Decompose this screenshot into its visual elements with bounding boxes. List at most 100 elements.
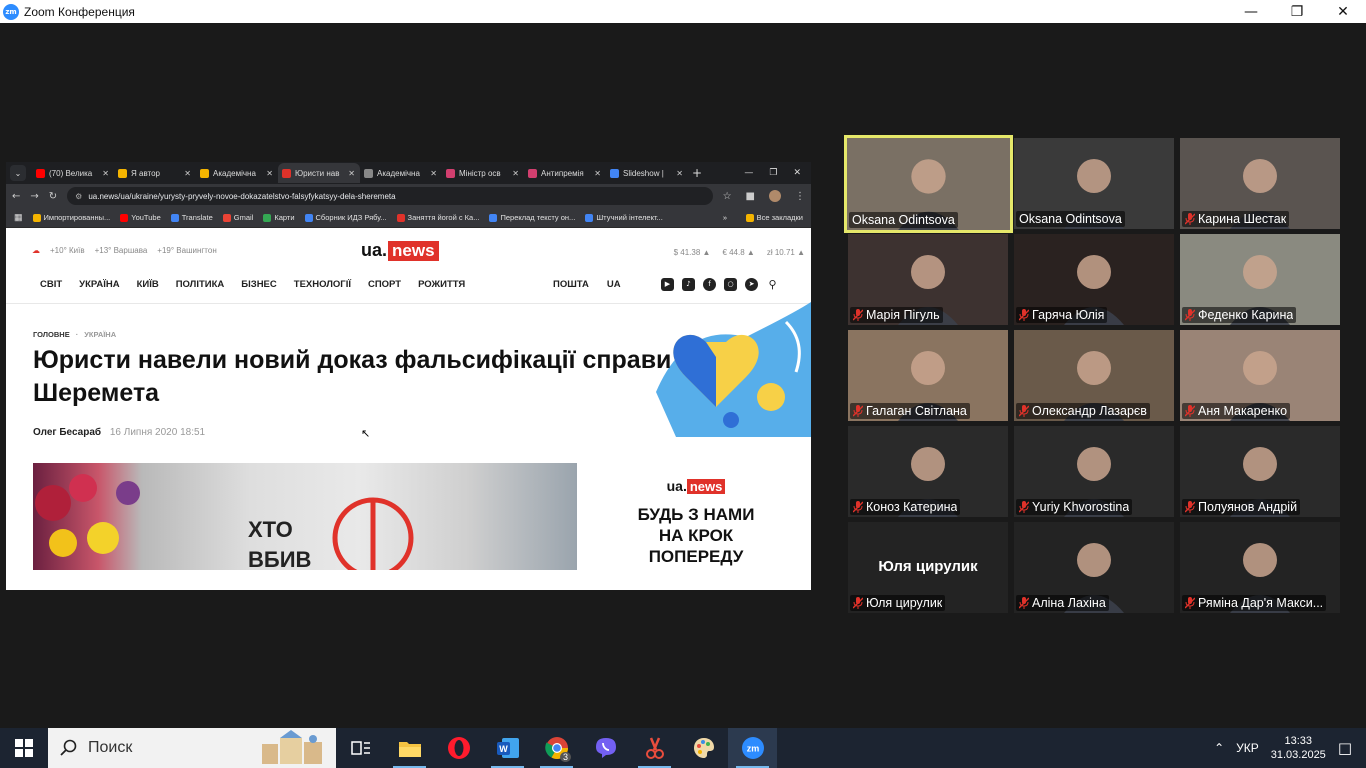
participant-tile[interactable]: Галаган Світлана: [848, 330, 1008, 421]
browser-close-icon[interactable]: ✕: [793, 168, 801, 178]
browser-minimize-icon[interactable]: —: [744, 168, 753, 178]
nav-item[interactable]: ПОЛІТИКА: [176, 279, 225, 290]
nav-item[interactable]: ТЕХНОЛОГІЇ: [294, 279, 351, 290]
participant-tile[interactable]: Феденко Карина: [1180, 234, 1340, 325]
site-logo[interactable]: ua. news: [361, 240, 439, 261]
extensions-icon[interactable]: ■: [746, 191, 755, 202]
word-button[interactable]: W: [483, 728, 532, 768]
viber-button[interactable]: [581, 728, 630, 768]
forward-icon[interactable]: →: [30, 191, 38, 202]
start-button[interactable]: [0, 728, 48, 768]
bookmark-item[interactable]: Сборник ИДЗ Рябу...: [304, 213, 387, 222]
browser-tab[interactable]: Міністр осв ✕: [442, 163, 524, 183]
participant-tile[interactable]: Карина Шестак: [1180, 138, 1340, 229]
bookmark-item[interactable]: Карти: [263, 213, 295, 222]
opera-button[interactable]: [434, 728, 483, 768]
muted-microphone-icon: [1185, 309, 1195, 321]
breadcrumb-home[interactable]: ГОЛОВНЕ: [33, 330, 70, 339]
bookmark-item[interactable]: Gmail: [222, 213, 253, 222]
tab-close-icon[interactable]: ✕: [676, 169, 683, 178]
participant-tile[interactable]: Олександр Лазарєв: [1014, 330, 1174, 421]
nav-item[interactable]: СПОРТ: [368, 279, 401, 290]
nav-item[interactable]: РОЖИТТЯ: [418, 279, 465, 290]
breadcrumb: ГОЛОВНЕ · УКРАЇНА: [33, 330, 117, 339]
bookmark-item[interactable]: Импортированны...: [32, 213, 110, 222]
search-icon[interactable]: ⚲: [766, 278, 779, 291]
participant-tile[interactable]: Аня Макаренко: [1180, 330, 1340, 421]
tab-search-icon[interactable]: ⌄: [10, 165, 26, 181]
tab-close-icon[interactable]: ✕: [102, 169, 109, 178]
nav-item[interactable]: УКРАЇНА: [79, 279, 119, 290]
zoom-button[interactable]: zm: [728, 728, 777, 768]
browser-tab[interactable]: Антипремія ✕: [524, 163, 606, 183]
profile-avatar[interactable]: [769, 190, 781, 202]
bookmark-item[interactable]: Заняття йогой с Ка...: [396, 213, 479, 222]
muted-microphone-icon: [1019, 309, 1029, 321]
task-view-button[interactable]: [336, 728, 385, 768]
apps-grid-icon[interactable]: ▦: [14, 212, 23, 223]
close-button[interactable]: ✕: [1320, 0, 1366, 23]
participant-tile[interactable]: Ряміна Дар'я Макси...: [1180, 522, 1340, 613]
tab-close-icon[interactable]: ✕: [184, 169, 191, 178]
participant-tile[interactable]: Юля цирулик Юля цирулик: [848, 522, 1008, 613]
show-hidden-icons-icon[interactable]: ⌃: [1214, 741, 1224, 755]
back-icon[interactable]: ←: [12, 191, 20, 202]
nav-item[interactable]: СВІТ: [40, 279, 62, 290]
participant-tile[interactable]: Коноз Катерина: [848, 426, 1008, 517]
notifications-icon[interactable]: □: [1338, 739, 1352, 757]
ad-banner[interactable]: ua. news БУДЬ З НАМИ НА КРОК ПОПЕРЕДУ: [626, 478, 766, 567]
bookmark-item[interactable]: Translate: [170, 213, 213, 222]
browser-tab[interactable]: (70) Велика ✕: [32, 163, 114, 183]
reload-icon[interactable]: ↻: [49, 191, 57, 202]
browser-tab[interactable]: Академічна ✕: [196, 163, 278, 183]
browser-tab[interactable]: Академічна ✕: [360, 163, 442, 183]
site-info-icon[interactable]: ⚙: [75, 192, 82, 201]
shared-screen[interactable]: ⌄ (70) Велика ✕ Я автор ✕ Академічна ✕ Юристи …: [6, 162, 811, 590]
participant-tile[interactable]: Oksana Odintsova: [844, 135, 1013, 233]
article-author[interactable]: Олег Бесараб: [33, 427, 101, 438]
tab-close-icon[interactable]: ✕: [512, 169, 519, 178]
facebook-icon[interactable]: f: [703, 278, 716, 291]
nav-mail[interactable]: ПОШТА: [553, 279, 589, 290]
youtube-icon[interactable]: ▶: [661, 278, 674, 291]
browser-tab[interactable]: Я автор ✕: [114, 163, 196, 183]
nav-language[interactable]: UA: [607, 279, 621, 290]
clock[interactable]: 13:33 31.03.2025: [1271, 734, 1326, 762]
all-bookmarks-button[interactable]: Все закладки: [745, 213, 803, 222]
taskbar-search[interactable]: Поиск: [48, 728, 336, 768]
tiktok-icon[interactable]: ♪: [682, 278, 695, 291]
participant-tile[interactable]: Марія Пігуль: [848, 234, 1008, 325]
participant-tile[interactable]: Oksana Odintsova: [1014, 138, 1174, 229]
minimize-button[interactable]: —: [1228, 0, 1274, 23]
browser-tab[interactable]: Юристи нав ✕: [278, 163, 360, 183]
browser-menu-icon[interactable]: ⋮: [795, 191, 805, 202]
browser-restore-icon[interactable]: ❐: [769, 168, 777, 178]
bookmark-item[interactable]: YouTube: [120, 213, 161, 222]
restore-button[interactable]: ❐: [1274, 0, 1320, 23]
browser-tab[interactable]: Slideshow | ✕: [606, 163, 688, 183]
bookmark-item[interactable]: Переклад тексту он...: [489, 213, 575, 222]
address-bar[interactable]: ⚙ ua.news/ua/ukraine/yurysty-pryvely-nov…: [67, 187, 713, 205]
participant-tile[interactable]: Полуянов Андрій: [1180, 426, 1340, 517]
new-tab-button[interactable]: +: [692, 166, 702, 180]
telegram-icon[interactable]: ➤: [745, 278, 758, 291]
bookmark-item[interactable]: Штучний інтелект...: [585, 213, 663, 222]
participant-tile[interactable]: Yuriy Khvorostina: [1014, 426, 1174, 517]
snipping-tool-button[interactable]: [630, 728, 679, 768]
participant-tile[interactable]: Аліна Лахіна: [1014, 522, 1174, 613]
file-explorer-button[interactable]: [385, 728, 434, 768]
participant-tile[interactable]: Гаряча Юлія: [1014, 234, 1174, 325]
input-language[interactable]: УКР: [1236, 741, 1259, 755]
instagram-icon[interactable]: ○: [724, 278, 737, 291]
paint-button[interactable]: [679, 728, 728, 768]
nav-item[interactable]: КИЇВ: [137, 279, 159, 290]
tab-close-icon[interactable]: ✕: [430, 169, 437, 178]
tab-close-icon[interactable]: ✕: [594, 169, 601, 178]
nav-item[interactable]: БІЗНЕС: [241, 279, 276, 290]
tab-close-icon[interactable]: ✕: [348, 169, 355, 178]
bookmark-star-icon[interactable]: ☆: [723, 191, 732, 202]
bookmarks-more-icon[interactable]: »: [723, 213, 727, 222]
tab-close-icon[interactable]: ✕: [266, 169, 273, 178]
chrome-button[interactable]: 3: [532, 728, 581, 768]
breadcrumb-ukraine[interactable]: УКРАЇНА: [84, 330, 116, 339]
